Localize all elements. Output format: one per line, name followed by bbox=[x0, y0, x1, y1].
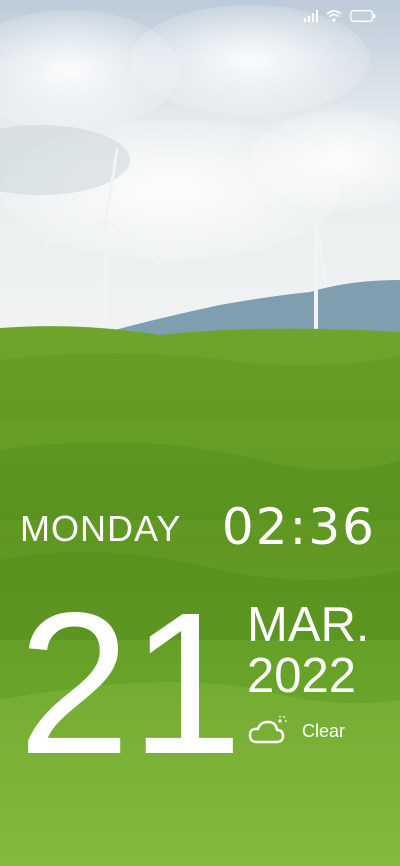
lock-screen: MONDAY 02:36 21 MAR. 2022 Clear bbox=[0, 0, 400, 866]
battery-icon bbox=[350, 10, 376, 22]
weather-condition: Clear bbox=[302, 720, 346, 741]
cloud-sun-icon bbox=[248, 716, 287, 744]
weather-widget: Clear bbox=[248, 716, 345, 746]
status-bar bbox=[304, 10, 376, 22]
clock-time: 02:36 bbox=[221, 498, 376, 556]
year-label: 2022 bbox=[247, 649, 357, 703]
day-number: 21 bbox=[18, 570, 243, 796]
month-label: MAR. bbox=[247, 598, 370, 652]
weekday-label: MONDAY bbox=[20, 508, 182, 549]
wifi-icon bbox=[326, 10, 342, 22]
signal-icon bbox=[304, 10, 318, 22]
